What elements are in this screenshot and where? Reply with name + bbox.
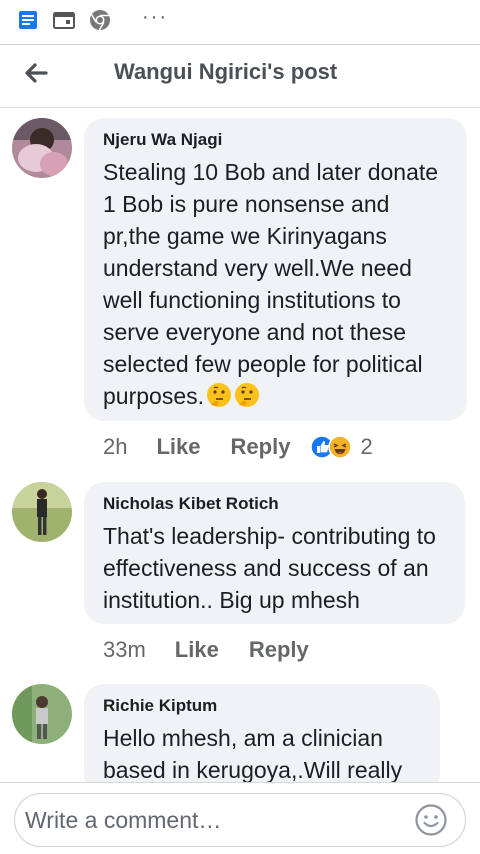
comment-timestamp[interactable]: 33m	[103, 637, 146, 663]
like-button[interactable]: Like	[175, 637, 219, 663]
comment-author[interactable]: Nicholas Kibet Rotich	[103, 494, 447, 514]
reaction-count: 2	[360, 434, 373, 459]
avatar[interactable]	[12, 684, 72, 744]
avatar[interactable]	[12, 482, 72, 542]
comment-meta: 2h Like Reply 2	[103, 434, 373, 460]
comment-author[interactable]: Richie Kiptum	[103, 696, 422, 716]
comment-text: Stealing 10 Bob and later donate 1 Bob i…	[103, 159, 439, 409]
avatar[interactable]	[12, 118, 72, 178]
calendar-icon[interactable]	[52, 8, 76, 32]
back-arrow-icon[interactable]	[20, 57, 52, 89]
comment-text: That's leadership- contributing to effec…	[103, 523, 436, 613]
comment-meta: 33m Like Reply	[103, 637, 309, 663]
status-bar: ···	[0, 0, 480, 44]
emoji-picker-icon[interactable]	[414, 803, 448, 837]
comment-bubble[interactable]: Nicholas Kibet Rotich That's leadership-…	[84, 482, 465, 624]
reactions-summary[interactable]: 2	[310, 434, 373, 460]
thinking-emoji-icon	[235, 383, 260, 407]
more-dots-icon[interactable]: ···	[142, 6, 168, 29]
chrome-icon[interactable]	[88, 8, 112, 32]
news-feed-icon[interactable]	[16, 8, 40, 32]
page-title: Wangui Ngirici's post	[114, 59, 338, 84]
comment-text: Hello mhesh, am a clinician based in ker…	[103, 725, 403, 783]
haha-reaction-icon	[328, 435, 353, 459]
comment-composer	[0, 782, 480, 854]
comment-bubble[interactable]: Richie Kiptum Hello mhesh, am a clinicia…	[84, 684, 440, 794]
reply-button[interactable]: Reply	[231, 434, 291, 460]
like-button[interactable]: Like	[156, 434, 200, 460]
comment-timestamp[interactable]: 2h	[103, 434, 127, 460]
post-header: Wangui Ngirici's post	[0, 44, 480, 108]
comment-bubble[interactable]: Njeru Wa Njagi Stealing 10 Bob and later…	[84, 118, 467, 421]
comment-input[interactable]	[14, 793, 466, 847]
reply-button[interactable]: Reply	[249, 637, 309, 663]
comment-author[interactable]: Njeru Wa Njagi	[103, 130, 449, 150]
thinking-emoji-icon	[207, 383, 232, 407]
